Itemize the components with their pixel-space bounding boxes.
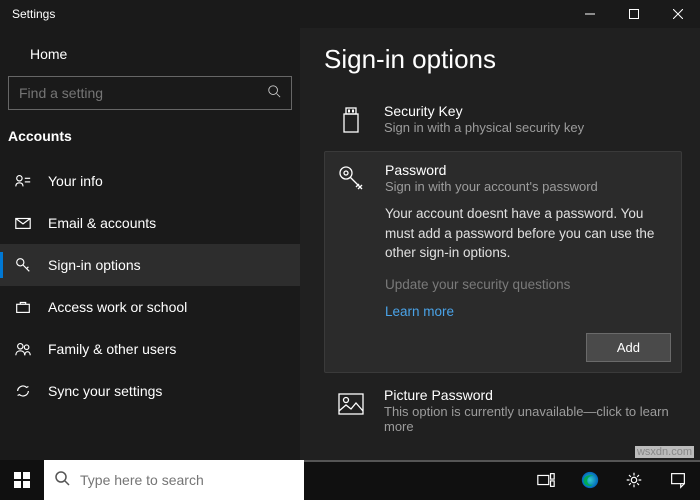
sidebar-item-label: Access work or school (48, 299, 187, 315)
taskbar-search-input[interactable] (80, 472, 294, 488)
settings-search[interactable] (8, 76, 292, 110)
taskbar (0, 460, 700, 500)
key-icon (14, 256, 32, 274)
sidebar-item-your-info[interactable]: Your info (0, 160, 300, 202)
home-label: Home (30, 46, 67, 62)
sidebar-item-sync-settings[interactable]: Sync your settings (0, 370, 300, 412)
minimize-button[interactable] (568, 0, 612, 28)
page-title: Sign-in options (324, 44, 682, 75)
sidebar-item-label: Family & other users (48, 341, 176, 357)
option-title: Security Key (384, 103, 672, 119)
option-password[interactable]: Password Sign in with your account's pas… (324, 151, 682, 373)
maximize-button[interactable] (612, 0, 656, 28)
option-title: Picture Password (384, 387, 672, 403)
learn-more-link[interactable]: Learn more (385, 304, 454, 319)
sidebar-item-label: Sign-in options (48, 257, 141, 273)
usb-key-icon (334, 103, 368, 137)
option-picture-password[interactable]: Picture Password This option is currentl… (324, 377, 682, 444)
option-subtitle: Sign in with a physical security key (384, 120, 672, 135)
taskbar-task-view[interactable] (524, 460, 568, 500)
taskbar-search[interactable] (44, 460, 304, 500)
window-title: Settings (12, 7, 55, 21)
add-password-button[interactable]: Add (586, 333, 671, 362)
sidebar-item-label: Email & accounts (48, 215, 156, 231)
option-subtitle: This option is currently unavailable—cli… (384, 404, 672, 434)
people-icon (14, 340, 32, 358)
key-icon (335, 162, 369, 196)
search-icon (54, 470, 70, 491)
mail-icon (14, 214, 32, 232)
sidebar: Home Accounts Your info Email & a (0, 28, 300, 460)
content-pane: Sign-in options Security Key Sign in wit… (300, 28, 700, 460)
password-detail-text: Your account doesnt have a password. You… (385, 204, 671, 263)
sync-icon (14, 382, 32, 400)
taskbar-edge-icon[interactable] (568, 460, 612, 500)
picture-icon (334, 387, 368, 421)
close-button[interactable] (656, 0, 700, 28)
sidebar-category: Accounts (0, 118, 300, 154)
option-title: Password (385, 162, 671, 178)
sidebar-item-signin-options[interactable]: Sign-in options (0, 244, 300, 286)
window-controls (568, 0, 700, 28)
taskbar-settings-icon[interactable] (612, 460, 656, 500)
sidebar-item-family-users[interactable]: Family & other users (0, 328, 300, 370)
sidebar-item-label: Sync your settings (48, 383, 162, 399)
taskbar-notifications-icon[interactable] (656, 460, 700, 500)
person-card-icon (14, 172, 32, 190)
update-security-questions-link[interactable]: Update your security questions (385, 277, 671, 292)
settings-search-input[interactable] (19, 85, 255, 101)
briefcase-icon (14, 298, 32, 316)
sidebar-item-label: Your info (48, 173, 103, 189)
search-icon (267, 84, 281, 103)
option-security-key[interactable]: Security Key Sign in with a physical sec… (324, 93, 682, 147)
sidebar-item-email-accounts[interactable]: Email & accounts (0, 202, 300, 244)
watermark: wsxdn.com (635, 446, 694, 458)
titlebar: Settings (0, 0, 700, 28)
sidebar-item-access-work-school[interactable]: Access work or school (0, 286, 300, 328)
start-button[interactable] (0, 460, 44, 500)
taskbar-active-indicator (304, 460, 700, 462)
home-button[interactable]: Home (0, 36, 300, 76)
option-subtitle: Sign in with your account's password (385, 179, 671, 194)
